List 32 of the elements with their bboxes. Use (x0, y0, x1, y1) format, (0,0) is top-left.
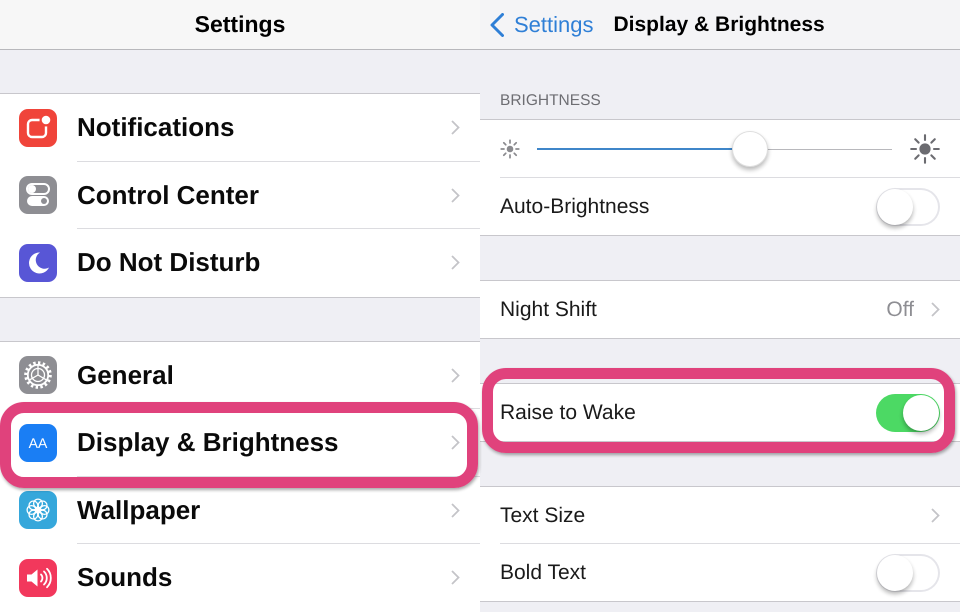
section-header: BRIGHTNESS (500, 92, 601, 110)
toggle-switch[interactable] (876, 188, 940, 226)
chevron-right-icon (451, 368, 460, 383)
chevron-right-icon (451, 435, 460, 450)
letters-icon: AA (19, 424, 57, 462)
setting-label: Raise to Wake (500, 400, 636, 424)
setting-label: Bold Text (500, 560, 586, 584)
chevron-right-icon (931, 508, 940, 523)
toggle-switch[interactable] (876, 394, 940, 432)
chevron-right-icon (451, 120, 460, 136)
chevron-right-icon (931, 302, 940, 317)
setting-label: Auto-Brightness (500, 194, 650, 218)
slider-thumb[interactable] (732, 131, 768, 167)
toggle-switch[interactable] (876, 554, 940, 592)
chevron-left-icon (490, 12, 504, 36)
value-label: Off (886, 298, 914, 322)
chevron-right-icon (451, 255, 460, 270)
chevron-right-icon (451, 188, 460, 203)
settings-menu-item[interactable]: Text Size (480, 487, 960, 544)
navigation-title: Display & Brightness (614, 12, 825, 36)
navigation-title: Settings (194, 11, 286, 38)
settings-menu-item[interactable]: Control Center (0, 162, 480, 229)
settings-menu-item[interactable]: Do Not Disturb (0, 229, 480, 296)
settings-menu-item[interactable]: AA Display & Brightness (0, 409, 480, 476)
chevron-right-icon (451, 570, 460, 586)
sun-icon (910, 134, 940, 164)
back-button[interactable]: Settings (490, 12, 594, 38)
chevron-right-icon (451, 502, 460, 518)
settings-menu-item[interactable]: Notifications (0, 94, 480, 162)
sun-icon (500, 139, 520, 159)
settings-menu-item[interactable]: Sounds (0, 544, 480, 612)
settings-menu-item[interactable]: Night Shift Off (480, 281, 960, 338)
